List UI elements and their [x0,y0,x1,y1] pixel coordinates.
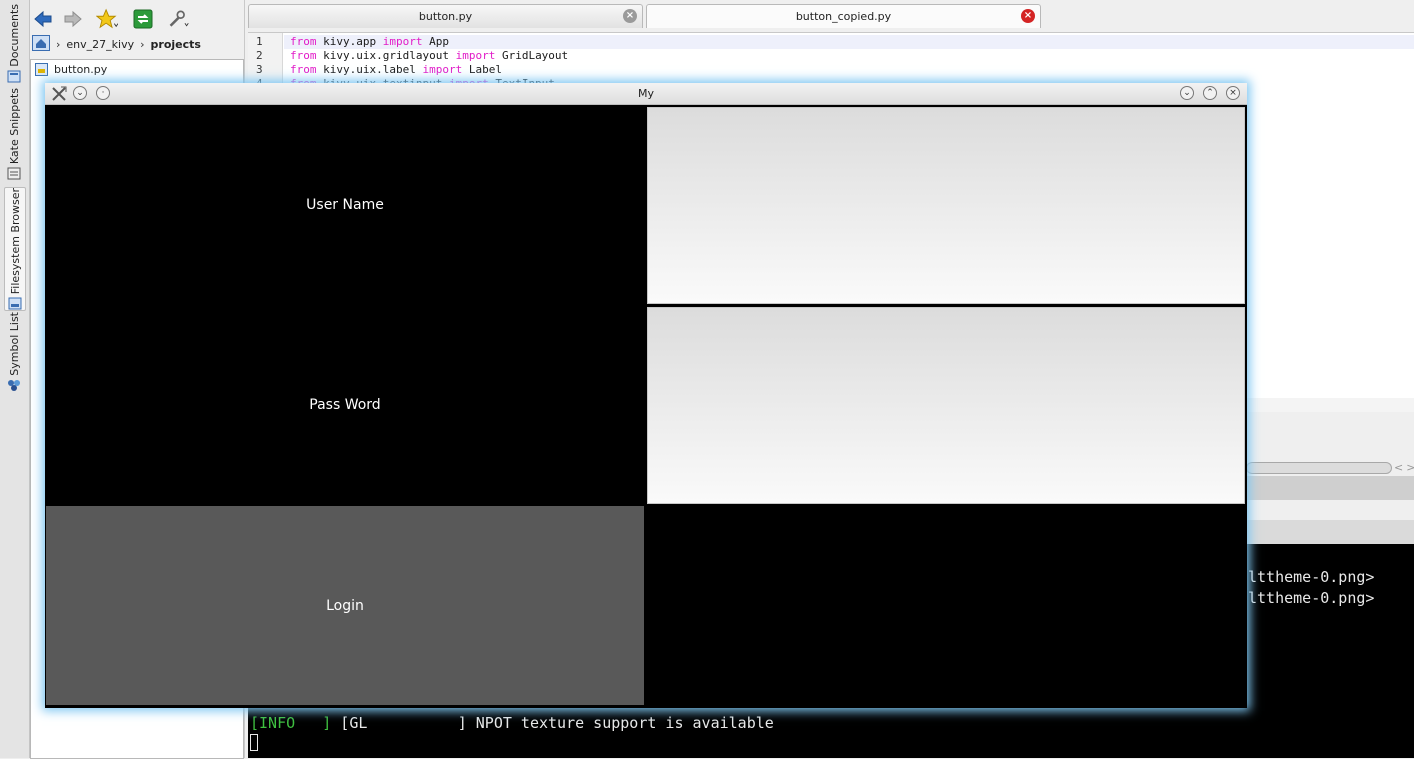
terminal-cursor [250,734,258,751]
symbol-list-icon [8,379,20,391]
sidebar-tab-label: Kate Snippets [7,88,21,165]
editor-strip [1246,398,1414,412]
file-browser-toolbar [30,2,244,32]
horizontal-scrollbar[interactable] [1246,462,1392,474]
maximize-icon[interactable]: ⌃ [1203,86,1217,100]
forward-arrow-icon[interactable] [62,8,84,30]
tab-button-py[interactable]: button.py × [248,4,643,28]
window-title: My [637,87,654,100]
tab-label: button.py [418,10,473,23]
password-input[interactable] [647,307,1245,504]
code-line: from kivy.app import App [290,35,449,48]
minimize-icon[interactable]: ⌄ [1180,86,1194,100]
tools-icon[interactable] [168,8,190,30]
tab-button-copied-py[interactable]: button_copied.py × [646,4,1041,28]
line-number: 2 [256,49,263,62]
sidebar-tab-filesystem-browser[interactable]: Filesystem Browser [4,187,26,312]
close-icon[interactable]: × [623,9,637,23]
panel-separator [1246,476,1414,500]
terminal-line: lttheme-0.png> [1248,568,1375,586]
window-titlebar[interactable]: ⌄ · My ⌄ ⌃ × [45,83,1247,105]
file-name: button.py [54,63,108,76]
line-number: 1 [256,35,263,48]
close-icon[interactable]: × [1021,9,1035,23]
list-item[interactable]: button.py [31,60,243,79]
snippets-icon [7,167,21,180]
bookmark-star-icon[interactable] [96,8,118,30]
kivy-grid-layout: User Name Pass Word Login [45,105,1247,708]
login-button[interactable]: Login [46,506,644,705]
home-icon[interactable] [32,34,50,54]
sidebar-tab-label: Filesystem Browser [8,188,22,295]
sidebar-tab-documents[interactable]: Documents [4,4,24,83]
breadcrumb-item[interactable]: env_27_kivy [66,38,134,51]
sync-icon[interactable] [132,8,154,30]
documents-icon [7,70,21,83]
sidebar-tab-kate-snippets[interactable]: Kate Snippets [4,88,24,180]
back-arrow-icon[interactable] [32,8,54,30]
line-number: 3 [256,63,263,76]
sidebar-tab-symbol-list[interactable]: Symbol List [4,312,24,392]
tab-label: button_copied.py [795,10,892,23]
breadcrumb-item-current[interactable]: projects [151,38,201,51]
python-file-icon [35,63,48,76]
username-label: User Name [306,197,384,213]
chevron-right-icon: › [140,37,145,51]
kivy-app-window: ⌄ · My ⌄ ⌃ × User Name Pass Word Login [45,83,1247,708]
sidebar-tab-label: Symbol List [7,312,21,376]
current-line-highlight [284,35,1414,49]
close-icon[interactable]: × [1226,86,1240,100]
code-line: from kivy.uix.gridlayout import GridLayo… [290,49,569,62]
editor-tab-bar: button.py × button_copied.py × [248,4,1414,30]
breadcrumb: › env_27_kivy › projects [30,34,244,54]
filesystem-icon [8,297,22,310]
username-input[interactable] [647,107,1245,304]
scroll-arrows-icon[interactable]: <> [1394,461,1414,474]
password-label: Pass Word [309,397,381,413]
terminal-line: lttheme-0.png> [1248,589,1375,607]
terminal-header [1246,520,1414,544]
terminal-line: [INFO ] [GL ] NPOT texture support is av… [250,714,774,732]
kate-sidebar: Documents Kate Snippets Filesystem Brows… [0,0,30,758]
code-line: from kivy.uix.label import Label [290,63,502,76]
sidebar-tab-label: Documents [7,4,21,67]
chevron-right-icon: › [56,37,61,51]
